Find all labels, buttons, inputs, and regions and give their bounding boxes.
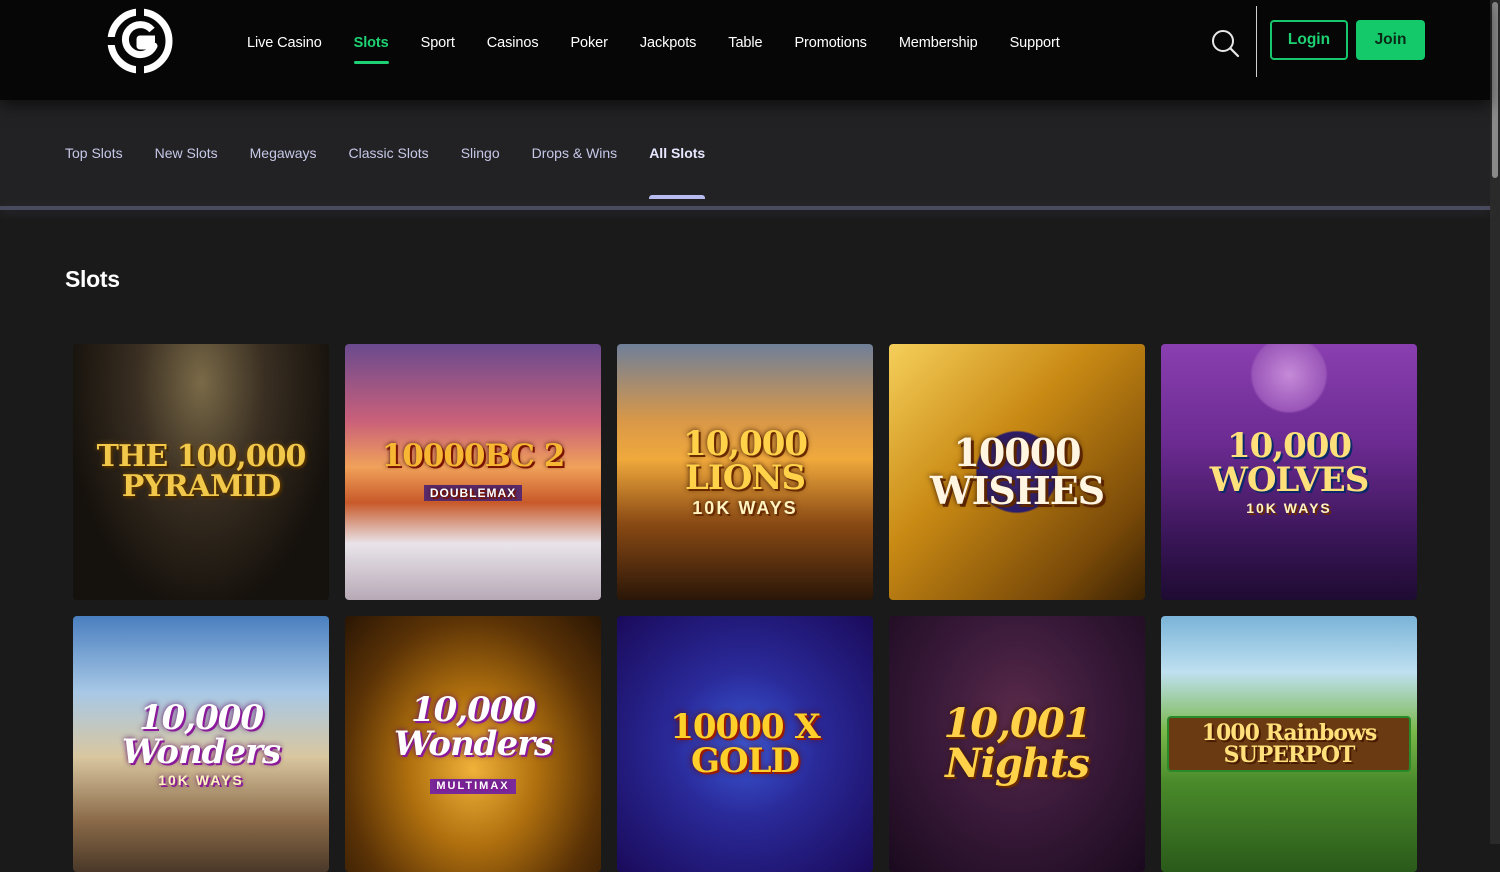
nav-casinos[interactable]: Casinos [471,35,555,51]
login-button[interactable]: Login [1270,20,1348,60]
subnav-classic-slots[interactable]: Classic Slots [333,145,445,161]
subnav-top-slots[interactable]: Top Slots [49,145,139,161]
game-title-main: 10000 WISHES [929,430,1105,513]
game-title-main: 10,000 Wonders [393,690,553,764]
search-icon[interactable] [1208,26,1242,60]
subnav-megaways[interactable]: Megaways [234,145,333,161]
game-title: 1000 Rainbows SUPERPOT [1167,716,1411,772]
game-title: THE 100,000 PYRAMID [79,442,323,502]
subnav-drops-wins[interactable]: Drops & Wins [516,145,634,161]
game-title-main: THE 100,000 PYRAMID [96,439,307,504]
sub-nav-bar: Top Slots New Slots Megaways Classic Slo… [0,100,1490,208]
slots-category-nav: Top Slots New Slots Megaways Classic Slo… [49,100,721,206]
subnav-slingo[interactable]: Slingo [445,145,516,161]
nav-live-casino[interactable]: Live Casino [231,35,338,51]
scrollbar-thumb[interactable] [1492,2,1498,178]
game-title-main: 10,000 Wonders [121,698,281,772]
nav-support[interactable]: Support [994,35,1076,51]
game-title-main: 10,000 WOLVES [1209,426,1370,500]
game-title-main: 1000 Rainbows SUPERPOT [1167,716,1411,772]
game-title-sub: DOUBLEMAX [423,485,523,501]
nav-membership[interactable]: Membership [883,35,994,51]
game-tile[interactable]: 10,000 LIONS 10K WAYS [617,344,873,600]
brand-logo-icon[interactable] [107,8,173,74]
game-title-sub: 10K WAYS [692,498,798,518]
game-tile[interactable]: 10000 WISHES [889,344,1145,600]
game-title: 10000BC 2 DOUBLEMAX [351,441,595,503]
sub-nav-edge [0,206,1490,210]
game-title-main: 10000BC 2 [381,438,566,474]
header-divider [1256,6,1257,77]
game-title-main: 10,001 Nights [943,700,1091,787]
game-title-sub: 10K WAYS [158,772,244,788]
game-grid: THE 100,000 PYRAMID 10000BC 2 DOUBLEMAX … [73,344,1417,872]
game-title: 10,000 Wonders MULTIMAX [351,693,595,795]
game-tile[interactable]: 1000 Rainbows SUPERPOT [1161,616,1417,872]
nav-jackpots[interactable]: Jackpots [624,35,712,51]
page-title: Slots [65,266,120,292]
nav-poker[interactable]: Poker [554,35,623,51]
game-tile[interactable]: 10000BC 2 DOUBLEMAX [345,344,601,600]
game-tile[interactable]: 10,001 Nights [889,616,1145,872]
page-scrollbar[interactable] [1490,0,1500,844]
game-title-sub: MULTIMAX [430,779,516,794]
game-tile[interactable]: 10,000 Wonders 10K WAYS [73,616,329,872]
game-title: 10,000 LIONS 10K WAYS [623,427,867,517]
game-title-main: 10,000 LIONS [682,424,808,498]
nav-sport[interactable]: Sport [405,35,471,51]
nav-promotions[interactable]: Promotions [778,35,882,51]
game-title: 10,001 Nights [895,704,1139,784]
game-tile[interactable]: 10000 X GOLD [617,616,873,872]
subnav-all-slots[interactable]: All Slots [633,145,721,199]
game-title: 10,000 WOLVES 10K WAYS [1167,429,1411,515]
nav-slots[interactable]: Slots [338,35,405,64]
join-button[interactable]: Join [1356,20,1425,60]
top-header: Live Casino Slots Sport Casinos Poker Ja… [0,0,1490,100]
game-tile[interactable]: 10,000 WOLVES 10K WAYS [1161,344,1417,600]
game-title: 10,000 Wonders 10K WAYS [79,701,323,787]
nav-table[interactable]: Table [712,35,778,51]
subnav-new-slots[interactable]: New Slots [139,145,234,161]
game-title-sub: 10K WAYS [1246,500,1332,516]
game-tile[interactable]: THE 100,000 PYRAMID [73,344,329,600]
main-nav: Live Casino Slots Sport Casinos Poker Ja… [231,0,1076,86]
game-title: 10000 WISHES [895,434,1139,510]
game-title: 10000 X GOLD [623,710,867,778]
game-title-main: 10000 X GOLD [670,707,821,781]
game-tile[interactable]: 10,000 Wonders MULTIMAX [345,616,601,872]
